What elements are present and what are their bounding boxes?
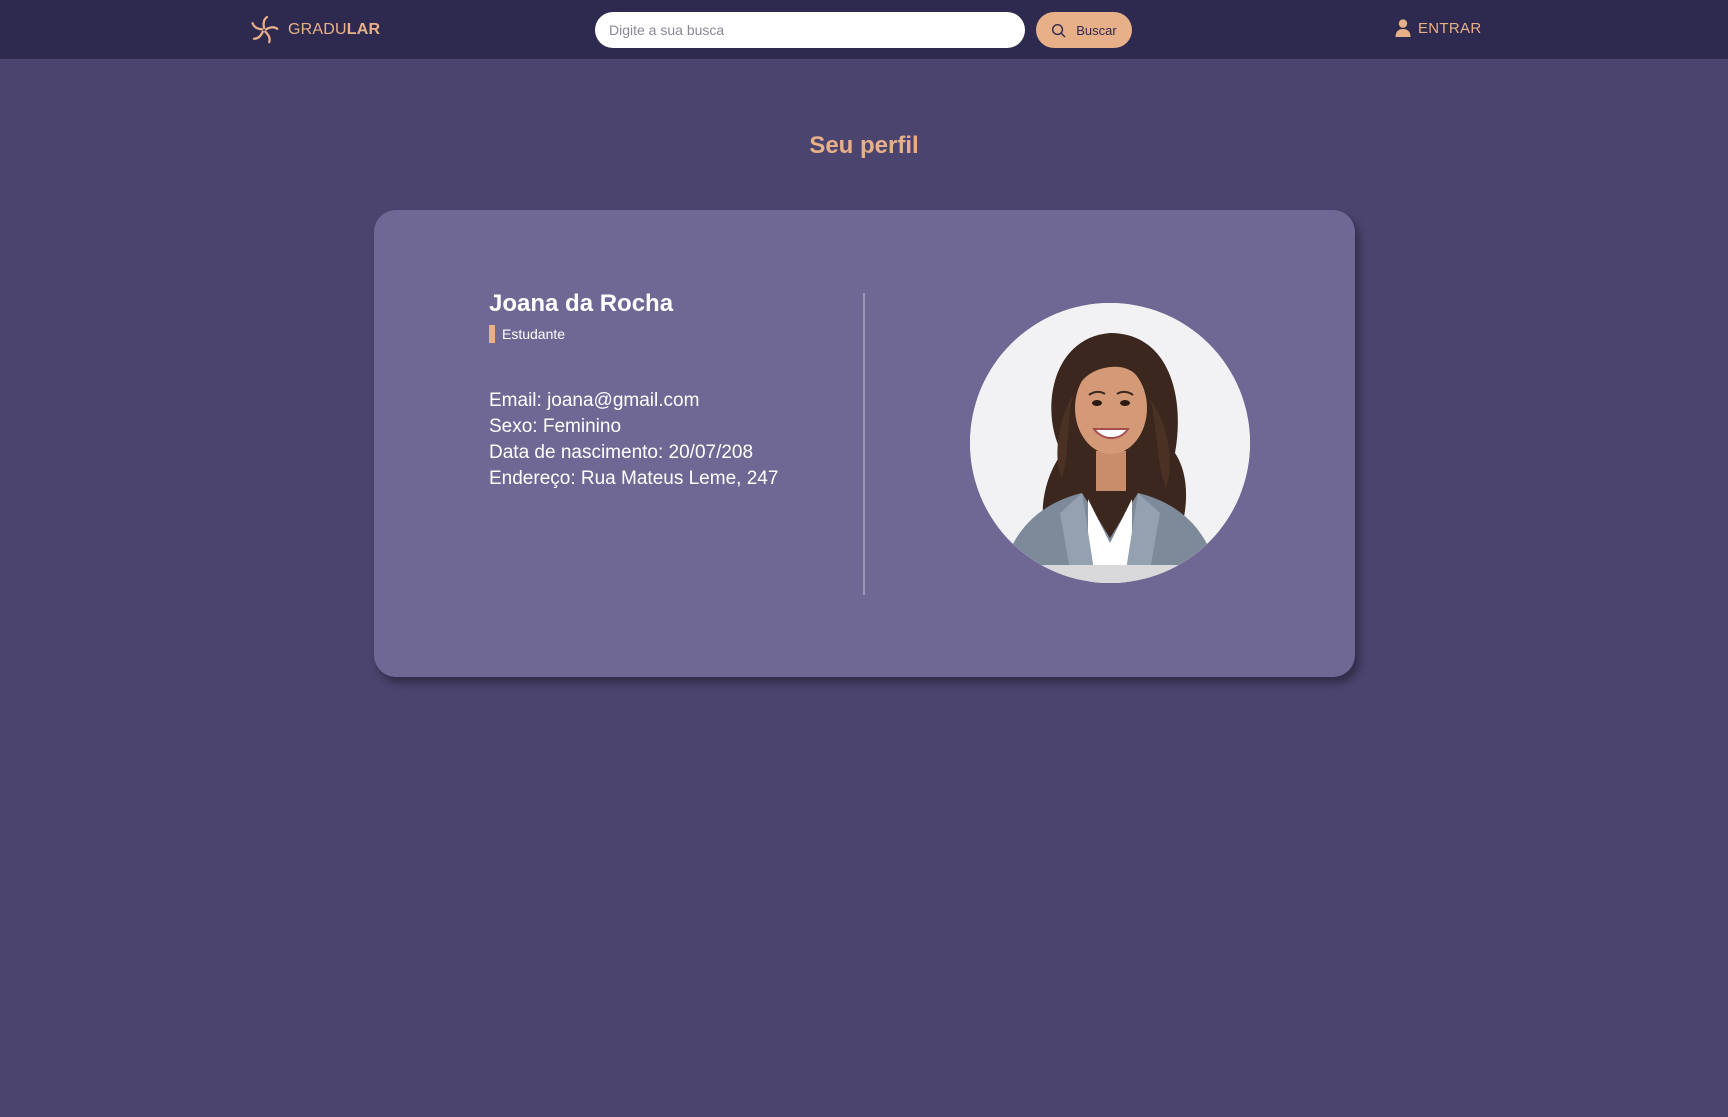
- brand-name-bold: LAR: [346, 21, 381, 38]
- profile-details: Email: joana@gmail.com Sexo: Feminino Da…: [489, 388, 778, 492]
- brand-logo[interactable]: GRADU LAR: [248, 14, 380, 46]
- search-icon: [1052, 23, 1066, 37]
- profile-photo: [970, 303, 1250, 583]
- brand-name: GRADU LAR: [288, 21, 380, 39]
- login-label: ENTRAR: [1418, 19, 1482, 37]
- search-button[interactable]: Buscar: [1036, 12, 1132, 48]
- detail-email: Email: joana@gmail.com: [489, 390, 700, 411]
- user-icon: [1395, 19, 1411, 37]
- role-accent-bar: [489, 325, 495, 343]
- role-label: Estudante: [502, 326, 566, 342]
- detail-gender: Sexo: Feminino: [489, 416, 622, 437]
- page-title: Seu perfil: [809, 132, 919, 159]
- pinwheel-logo-icon: [251, 15, 279, 44]
- top-navbar: GRADULAR Buscar ENTRAR: [0, 0, 1728, 59]
- profile-name: Joana da Rocha: [489, 290, 674, 317]
- detail-address: Endereço: Rua Mateus Leme, 247: [489, 468, 779, 489]
- profile-photo-illustration: [970, 303, 1250, 583]
- brand-name-light: GRADU: [288, 21, 347, 38]
- search-input[interactable]: [595, 12, 1025, 48]
- role-badge: Estudante: [489, 325, 565, 343]
- vertical-divider: [863, 293, 865, 595]
- login-link[interactable]: ENTRAR: [1395, 18, 1481, 38]
- detail-birthdate: Data de nascimento: 20/07/208: [489, 442, 754, 463]
- search-button-label: Buscar: [1076, 22, 1117, 38]
- profile-card: Joana da Rocha Estudante Email: joana@gm…: [374, 210, 1355, 677]
